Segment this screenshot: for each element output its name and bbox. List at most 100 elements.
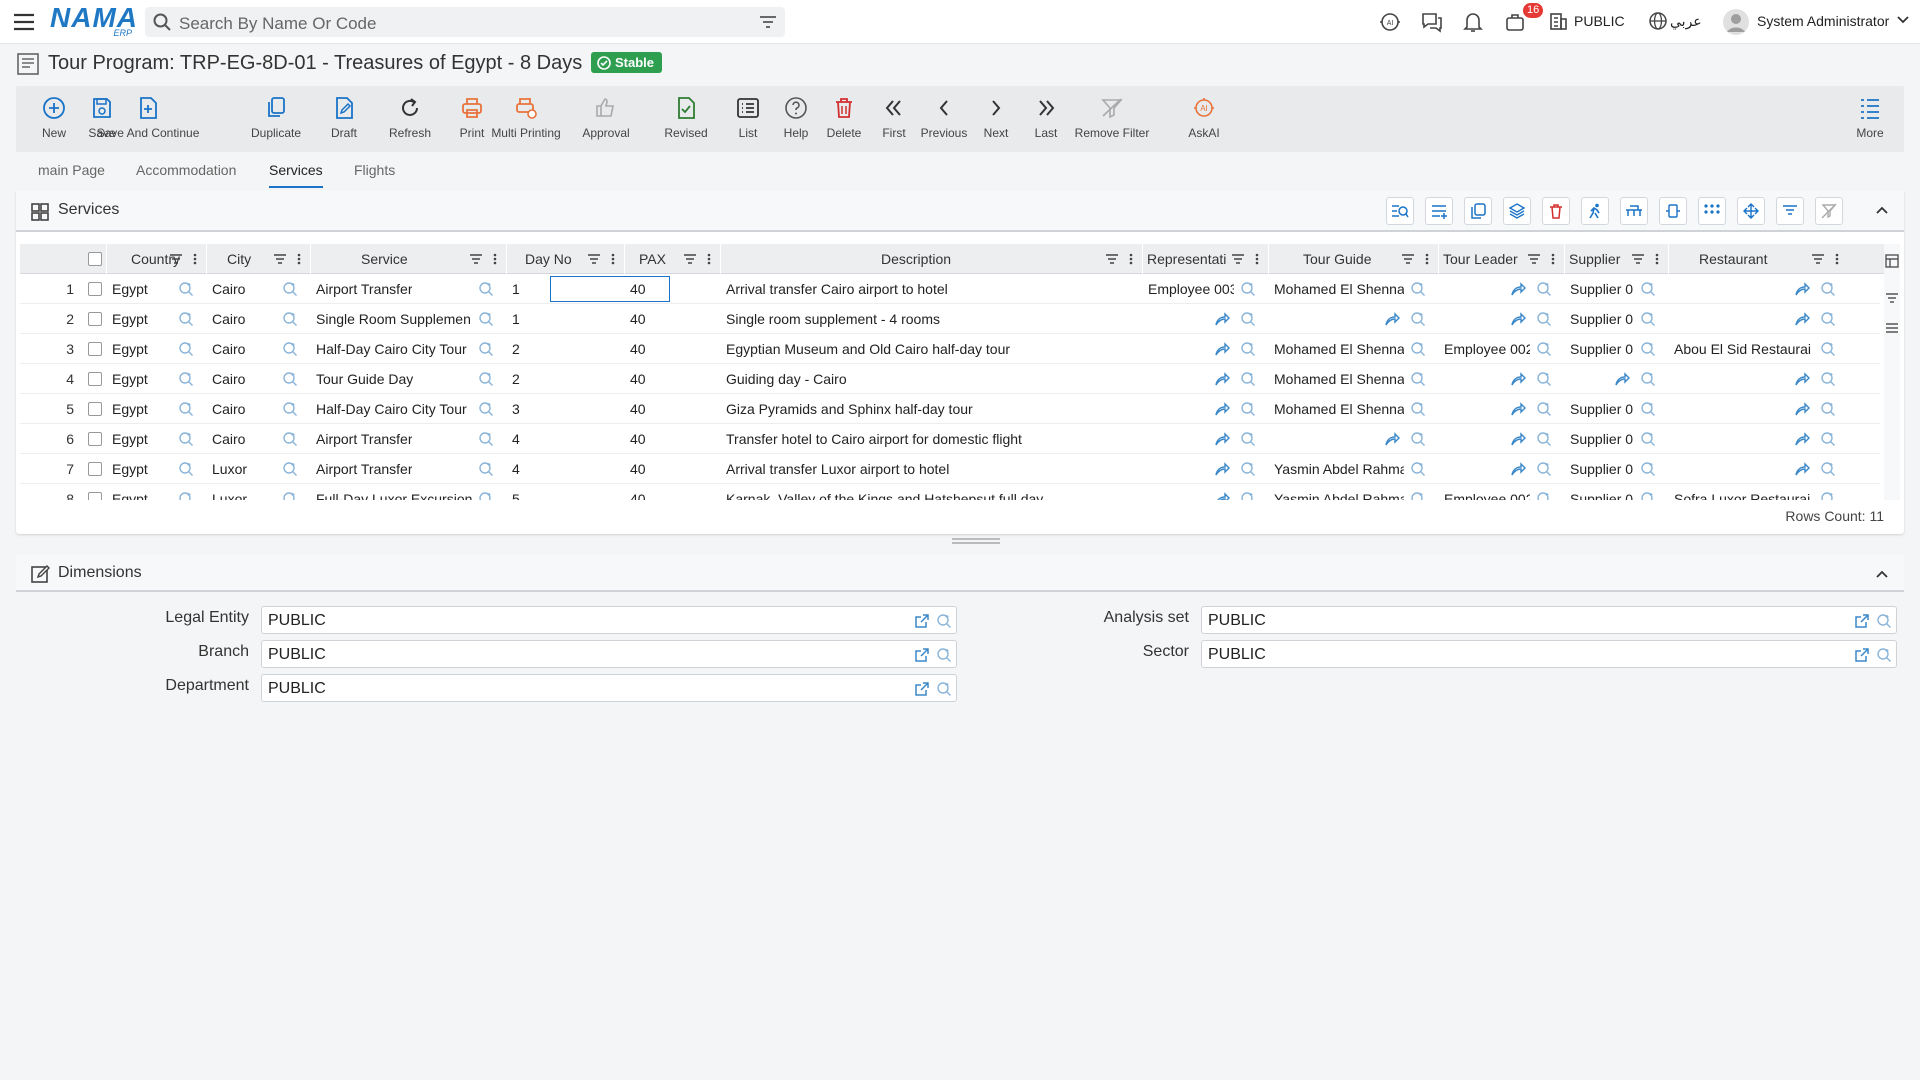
columns-icon[interactable]: [1885, 254, 1899, 268]
share-icon[interactable]: [1214, 461, 1230, 477]
share-icon[interactable]: [1794, 431, 1810, 447]
lookup-icon[interactable]: [1820, 281, 1836, 297]
cell-rest[interactable]: [1668, 274, 1848, 304]
lookup-icon[interactable]: [178, 341, 194, 357]
delete-rows-button[interactable]: [1542, 197, 1570, 225]
open-external-icon[interactable]: [914, 647, 930, 663]
cell-leader[interactable]: Employee 002: [1438, 484, 1564, 500]
cell-rep[interactable]: [1142, 394, 1268, 424]
cell-supplier[interactable]: Supplier 0: [1564, 484, 1668, 500]
cell-country[interactable]: Egypt: [106, 484, 206, 500]
column-header-rest[interactable]: Restaurant: [1668, 244, 1848, 274]
column-menu-icon[interactable]: [193, 253, 197, 265]
resize-handle[interactable]: [952, 538, 1000, 544]
lookup-icon[interactable]: [1876, 647, 1892, 663]
lookup-icon[interactable]: [478, 371, 494, 387]
lookup-icon[interactable]: [936, 613, 952, 629]
cell-leader[interactable]: [1438, 364, 1564, 394]
cell-rep[interactable]: [1142, 484, 1268, 500]
cell-city[interactable]: Cairo: [206, 334, 310, 364]
cell-desc[interactable]: Giza Pyramids and Sphinx half-day tour: [720, 394, 1142, 424]
cell-rep[interactable]: [1142, 364, 1268, 394]
cell-rest[interactable]: [1668, 304, 1848, 334]
search-input[interactable]: Search By Name Or Code: [145, 7, 785, 37]
cell-desc[interactable]: Single room supplement - 4 rooms: [720, 304, 1142, 334]
search-grid-button[interactable]: [1386, 197, 1414, 225]
cell-day[interactable]: 2: [506, 334, 624, 364]
lookup-icon[interactable]: [936, 681, 952, 697]
cell-service[interactable]: Airport Transfer: [310, 424, 506, 454]
cell-country[interactable]: Egypt: [106, 334, 206, 364]
lookup-icon[interactable]: [282, 371, 298, 387]
new-button[interactable]: New: [36, 86, 72, 152]
cell-guide[interactable]: Mohamed El Shenna: [1268, 274, 1438, 304]
cell-pax[interactable]: 40: [624, 454, 720, 484]
share-icon[interactable]: [1794, 311, 1810, 327]
row-checkbox[interactable]: [88, 402, 102, 416]
lookup-icon[interactable]: [1820, 431, 1836, 447]
lookup-icon[interactable]: [1240, 431, 1256, 447]
field-analysis-set[interactable]: PUBLIC: [1201, 606, 1897, 634]
cell-day[interactable]: 2: [506, 364, 624, 394]
row-checkbox[interactable]: [88, 342, 102, 356]
share-icon[interactable]: [1794, 401, 1810, 417]
share-icon[interactable]: [1510, 371, 1526, 387]
column-header-leader[interactable]: Tour Leader: [1438, 244, 1564, 274]
column-menu-icon[interactable]: [1835, 253, 1839, 265]
cell-guide[interactable]: Yasmin Abdel Rahma: [1268, 454, 1438, 484]
lookup-icon[interactable]: [1410, 461, 1426, 477]
column-header-rep[interactable]: Representati: [1142, 244, 1268, 274]
field-legal-entity[interactable]: PUBLIC: [261, 606, 957, 634]
cell-leader[interactable]: Employee 002: [1438, 334, 1564, 364]
last-button[interactable]: Last: [1026, 86, 1066, 152]
share-icon[interactable]: [1794, 281, 1810, 297]
row-checkbox[interactable]: [88, 492, 102, 500]
cell-pax[interactable]: 40: [624, 424, 720, 454]
more-button[interactable]: More: [1850, 86, 1890, 152]
cell-supplier[interactable]: Supplier 0: [1564, 334, 1668, 364]
share-icon[interactable]: [1214, 311, 1230, 327]
cell-city[interactable]: Luxor: [206, 484, 310, 500]
lookup-icon[interactable]: [1240, 491, 1256, 500]
lookup-icon[interactable]: [1410, 281, 1426, 297]
row-checkbox[interactable]: [88, 312, 102, 326]
table-row[interactable]: 2 Egypt Cairo Single Room Supplemen 1 40 Singl…: [20, 304, 1880, 334]
column-menu-icon[interactable]: [1425, 253, 1429, 265]
column-filter-icon[interactable]: [1231, 253, 1245, 265]
column-filter-icon[interactable]: [587, 253, 601, 265]
list-button[interactable]: List: [730, 86, 766, 152]
share-icon[interactable]: [1510, 431, 1526, 447]
share-icon[interactable]: [1214, 341, 1230, 357]
cell-guide[interactable]: Mohamed El Shenna: [1268, 334, 1438, 364]
cell-rest[interactable]: [1668, 394, 1848, 424]
cell-pax[interactable]: 40: [624, 394, 720, 424]
lookup-icon[interactable]: [1640, 341, 1656, 357]
lookup-icon[interactable]: [1876, 613, 1892, 629]
lookup-icon[interactable]: [1410, 341, 1426, 357]
cell-supplier[interactable]: Supplier 0: [1564, 454, 1668, 484]
cell-day[interactable]: 1: [506, 304, 624, 334]
lookup-icon[interactable]: [1240, 371, 1256, 387]
cell-city[interactable]: Cairo: [206, 394, 310, 424]
table-row[interactable]: 6 Egypt Cairo Airport Transfer 4 40 Transfer h…: [20, 424, 1880, 454]
lookup-icon[interactable]: [282, 461, 298, 477]
lookup-icon[interactable]: [1410, 401, 1426, 417]
lookup-icon[interactable]: [1240, 341, 1256, 357]
grid-remove-filter-button[interactable]: [1815, 197, 1843, 225]
column-filter-icon[interactable]: [273, 253, 287, 265]
globe-icon[interactable]: [1648, 11, 1670, 33]
lookup-icon[interactable]: [1640, 281, 1656, 297]
column-header-city[interactable]: City: [206, 244, 310, 274]
field-department[interactable]: PUBLIC: [261, 674, 957, 702]
cell-desc[interactable]: Guiding day - Cairo: [720, 364, 1142, 394]
column-menu-icon[interactable]: [1255, 253, 1259, 265]
lookup-icon[interactable]: [178, 371, 194, 387]
hamburger-menu-icon[interactable]: [12, 10, 36, 34]
lookup-icon[interactable]: [1640, 401, 1656, 417]
cell-day[interactable]: 5: [506, 484, 624, 500]
lookup-icon[interactable]: [478, 281, 494, 297]
cell-supplier[interactable]: Supplier 0: [1564, 304, 1668, 334]
column-menu-icon[interactable]: [707, 253, 711, 265]
column-filter-icon[interactable]: [169, 253, 183, 265]
cell-leader[interactable]: [1438, 424, 1564, 454]
